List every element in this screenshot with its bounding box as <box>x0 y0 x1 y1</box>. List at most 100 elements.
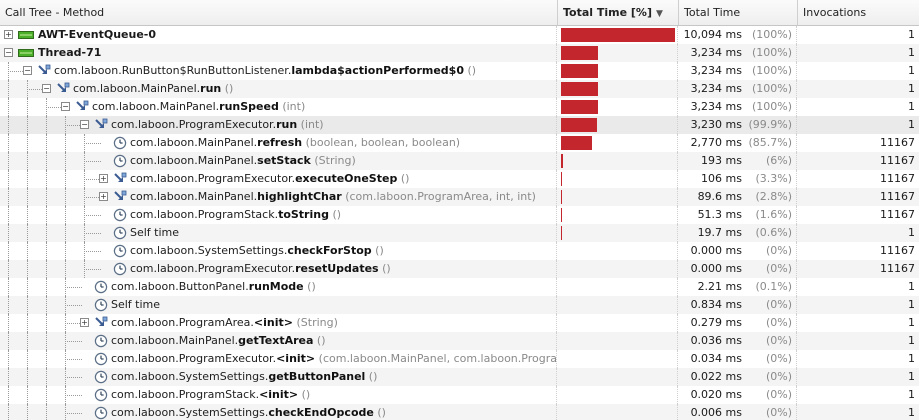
total-time-cell: 2,770 ms (85.7%) <box>679 134 797 152</box>
table-row[interactable]: − com.laboon.MainPanel.runSpeed (int) 3,23… <box>0 98 919 116</box>
time-percent-bar <box>561 64 598 78</box>
table-row[interactable]: com.laboon.ProgramExecutor.resetUpdates … <box>0 260 919 278</box>
total-time-cell: 0.000 ms (0%) <box>679 242 797 260</box>
total-time-cell: 0.279 ms (0%) <box>679 314 797 332</box>
column-header-method[interactable]: Call Tree - Method <box>0 0 558 25</box>
total-pct-cell <box>558 296 678 314</box>
total-time-value: 3,230 ms <box>690 118 742 131</box>
method-args: (com.laboon.ProgramArea, int, int) <box>341 190 536 203</box>
column-header-invocations[interactable]: Invocations <box>798 0 919 25</box>
table-row[interactable]: − Thread-71 3,234 ms (100%) 1 <box>0 44 919 62</box>
clock-icon <box>94 370 108 384</box>
total-time-value: 3,234 ms <box>690 46 742 59</box>
table-row[interactable]: Self time 0.834 ms (0%) 1 <box>0 296 919 314</box>
tree-guide-line <box>8 386 9 404</box>
expand-icon[interactable]: + <box>99 192 108 201</box>
method-label: com.laboon.ProgramExecutor.executeOneSte… <box>130 170 409 188</box>
tree-branch-line <box>84 161 101 162</box>
expand-icon[interactable]: + <box>99 174 108 183</box>
tree-guide-line <box>46 116 47 134</box>
table-row[interactable]: − com.laboon.MainPanel.run () 3,234 ms (100… <box>0 80 919 98</box>
method-name: getTextArea <box>238 334 314 347</box>
tree-guide-line <box>65 188 66 206</box>
total-time-value: 89.6 ms <box>697 190 742 203</box>
method-label: com.laboon.MainPanel.runSpeed (int) <box>92 98 305 116</box>
expand-icon[interactable]: + <box>4 30 13 39</box>
tree-guide-line <box>8 404 9 420</box>
invocations-cell: 11167 <box>798 134 919 152</box>
method-cell: − Thread-71 <box>0 44 557 62</box>
total-pct-cell <box>558 188 678 206</box>
table-row[interactable]: − com.laboon.ProgramExecutor.run (int) 3,2… <box>0 116 919 134</box>
collapse-icon[interactable]: − <box>23 66 32 75</box>
total-time-percent: (0.6%) <box>755 226 792 239</box>
method-label: com.laboon.ProgramExecutor.<init> (com.l… <box>111 350 556 368</box>
total-time-value: 3,234 ms <box>690 100 742 113</box>
class-name: com.laboon.ProgramExecutor. <box>130 172 296 185</box>
collapse-icon[interactable]: − <box>80 120 89 129</box>
class-name: com.laboon.ProgramStack. <box>111 388 260 401</box>
total-pct-cell <box>558 368 678 386</box>
table-row[interactable]: com.laboon.SystemSettings.checkEndOpcode… <box>0 404 919 420</box>
column-header-total-time[interactable]: Total Time <box>679 0 798 25</box>
total-pct-cell <box>558 332 678 350</box>
method-label: com.laboon.ProgramStack.toString () <box>130 206 341 224</box>
class-name: com.laboon.ProgramExecutor. <box>111 118 277 131</box>
method-name: refresh <box>257 136 303 149</box>
table-row[interactable]: com.laboon.MainPanel.refresh (boolean, b… <box>0 134 919 152</box>
table-row[interactable]: + com.laboon.ProgramExecutor.executeOneSt… <box>0 170 919 188</box>
table-row[interactable]: com.laboon.ButtonPanel.runMode () 2.21 ms… <box>0 278 919 296</box>
invocations-value: 1 <box>908 388 915 401</box>
tree-guide-line <box>8 332 9 350</box>
total-time-cell: 10,094 ms (100%) <box>679 26 797 44</box>
table-row[interactable]: com.laboon.MainPanel.getTextArea () 0.036… <box>0 332 919 350</box>
total-time-percent: (0%) <box>765 316 792 329</box>
method-name: <init> <box>259 388 299 401</box>
method-args: () <box>464 64 477 77</box>
collapse-icon[interactable]: − <box>4 48 13 57</box>
total-time-value: 2,770 ms <box>690 136 742 149</box>
tree-branch-line <box>65 395 82 396</box>
total-time-percent: (100%) <box>751 100 792 113</box>
collapse-icon[interactable]: − <box>42 84 51 93</box>
total-pct-cell <box>558 314 678 332</box>
table-row[interactable]: Self time 19.7 ms (0.6%) 1 <box>0 224 919 242</box>
table-row[interactable]: com.laboon.MainPanel.setStack (String) 19… <box>0 152 919 170</box>
expand-icon[interactable]: + <box>80 318 89 327</box>
clock-icon <box>113 208 127 222</box>
table-row[interactable]: com.laboon.ProgramExecutor.<init> (com.l… <box>0 350 919 368</box>
table-row[interactable]: + AWT-EventQueue-0 10,094 ms (100%) 1 <box>0 26 919 44</box>
table-row[interactable]: com.laboon.ProgramStack.toString () 51.3 … <box>0 206 919 224</box>
invocations-value: 1 <box>908 82 915 95</box>
method-cell: Self time <box>0 296 557 314</box>
total-pct-cell <box>558 278 678 296</box>
tree-guide-line <box>65 224 66 242</box>
collapse-icon[interactable]: − <box>61 102 70 111</box>
clock-icon <box>94 298 108 312</box>
total-time-percent: (0%) <box>765 298 792 311</box>
tree-guide-line <box>8 350 9 368</box>
invocations-cell: 1 <box>798 296 919 314</box>
invocations-value: 1 <box>908 118 915 131</box>
table-row[interactable]: com.laboon.SystemSettings.getButtonPanel… <box>0 368 919 386</box>
total-time-value: 0.036 ms <box>690 334 742 347</box>
table-row[interactable]: + com.laboon.MainPanel.highlightChar (com… <box>0 188 919 206</box>
method-icon <box>75 100 89 114</box>
total-time-cell: 193 ms (6%) <box>679 152 797 170</box>
table-row[interactable]: − com.laboon.RunButton$RunButtonListener.… <box>0 62 919 80</box>
total-time-cell: 3,234 ms (100%) <box>679 80 797 98</box>
method-icon <box>113 172 127 186</box>
table-row[interactable]: + com.laboon.ProgramArea.<init> (String) 0… <box>0 314 919 332</box>
total-time-value: 0.034 ms <box>690 352 742 365</box>
invocations-cell: 1 <box>798 404 919 420</box>
column-header-total-pct[interactable]: Total Time [%] ▼ <box>558 0 679 25</box>
class-name: com.laboon.SystemSettings. <box>130 244 288 257</box>
time-percent-bar <box>561 208 562 222</box>
total-time-cell: 3,230 ms (99.9%) <box>679 116 797 134</box>
invocations-cell: 1 <box>798 44 919 62</box>
invocations-value: 11167 <box>880 190 915 203</box>
table-row[interactable]: com.laboon.SystemSettings.checkForStop (… <box>0 242 919 260</box>
table-row[interactable]: com.laboon.ProgramStack.<init> () 0.020 m… <box>0 386 919 404</box>
method-args: (String) <box>310 154 356 167</box>
total-time-cell: 0.020 ms (0%) <box>679 386 797 404</box>
